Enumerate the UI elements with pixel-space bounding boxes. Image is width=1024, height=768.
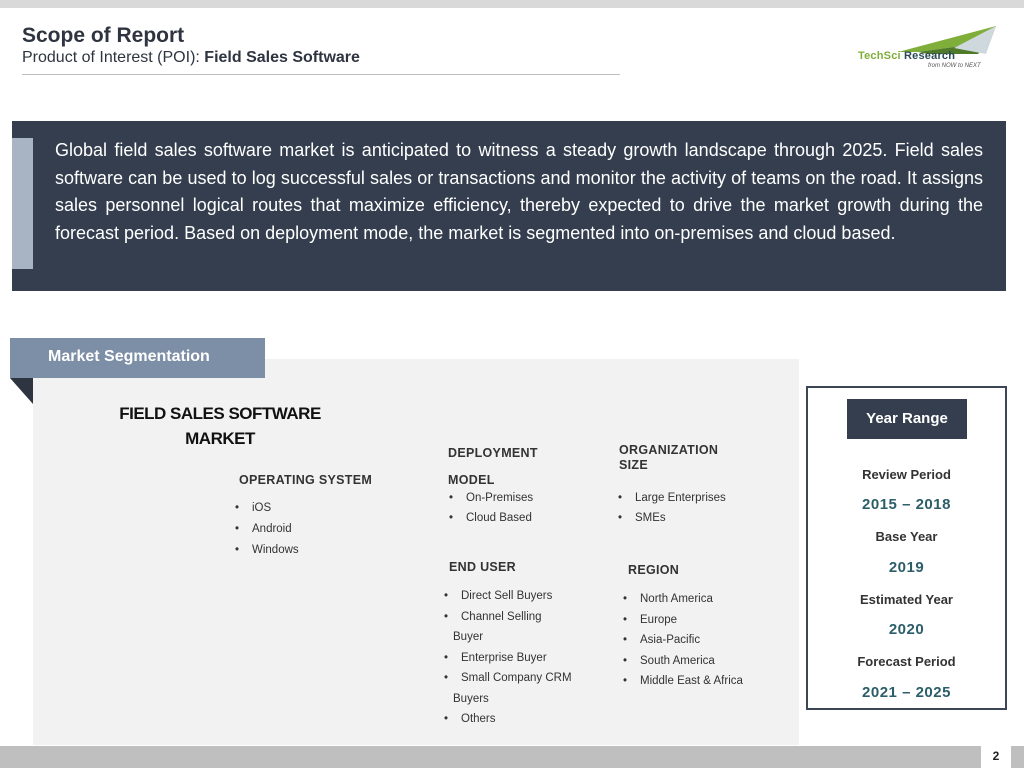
logo-name-part2: Research <box>904 50 956 62</box>
region-item: Europe <box>623 614 677 626</box>
top-bar <box>0 0 1024 8</box>
subtitle-prefix: Product of Interest (POI): <box>22 49 205 66</box>
intro-box: Global field sales software market is an… <box>12 121 1006 291</box>
page-title: Scope of Report <box>22 24 185 47</box>
intro-text: Global field sales software market is an… <box>55 140 983 243</box>
market-title: FIELD SALES SOFTWARE MARKET <box>100 401 340 451</box>
organization-size-label-line1: ORGANIZATION <box>619 443 719 457</box>
os-item: Windows <box>235 544 299 556</box>
end-user-item: Enterprise Buyer <box>444 652 547 664</box>
title-divider <box>22 74 620 75</box>
deployment-item: Cloud Based <box>449 512 532 524</box>
review-period-value: 2015 – 2018 <box>862 496 951 513</box>
os-item: Android <box>235 523 291 535</box>
deployment-model-label-line2: MODEL <box>448 473 495 487</box>
operating-system-label: OPERATING SYSTEM <box>239 473 373 487</box>
end-user-item: Others <box>444 713 495 725</box>
organization-size-label-line2: SIZE <box>619 458 648 472</box>
forecast-period-label: Forecast Period <box>857 654 956 669</box>
end-user-item-continuation: Buyer <box>453 631 484 643</box>
end-user-item: Direct Sell Buyers <box>444 590 552 602</box>
logo-name-part1: TechSci <box>858 50 905 62</box>
techsci-logo: TechSci Research from NOW to NEXT <box>858 24 1000 72</box>
region-label: REGION <box>628 563 680 577</box>
logo-wordmark: TechSci Research <box>858 50 955 62</box>
org-size-item: Large Enterprises <box>618 492 726 504</box>
intro-accent-tab <box>12 138 33 269</box>
org-size-item: SMEs <box>618 512 665 524</box>
subtitle-product: Field Sales Software <box>204 49 360 66</box>
market-title-line1: FIELD SALES SOFTWARE <box>119 404 321 423</box>
page-subtitle: Product of Interest (POI): Field Sales S… <box>22 49 360 67</box>
bottom-bar <box>0 746 1024 768</box>
end-user-item-continuation: Buyers <box>453 693 489 705</box>
end-user-item: Small Company CRM <box>444 672 571 684</box>
deployment-model-label-line1: DEPLOYMENT <box>448 446 538 460</box>
market-title-line2: MARKET <box>185 429 255 448</box>
estimated-year-value: 2020 <box>888 621 925 638</box>
region-item: South America <box>623 655 715 667</box>
segmentation-header: Market Segmentation <box>10 338 265 378</box>
segmentation-header-fold <box>10 378 33 404</box>
review-period-label: Review Period <box>862 467 951 482</box>
estimated-year-label: Estimated Year <box>860 592 953 607</box>
region-item: Middle East & Africa <box>623 675 743 687</box>
base-year-label: Base Year <box>875 529 938 544</box>
base-year-value: 2019 <box>888 559 925 576</box>
end-user-item: Channel Selling <box>444 611 541 623</box>
logo-tagline: from NOW to NEXT <box>928 63 981 69</box>
region-item: Asia-Pacific <box>623 634 700 646</box>
forecast-period-value: 2021 – 2025 <box>862 684 951 701</box>
deployment-item: On-Premises <box>449 492 533 504</box>
end-user-label: END USER <box>449 560 516 574</box>
os-item: iOS <box>235 502 271 514</box>
year-range-header: Year Range <box>847 399 967 439</box>
region-item: North America <box>623 593 713 605</box>
page-number: 2 <box>981 746 1011 768</box>
